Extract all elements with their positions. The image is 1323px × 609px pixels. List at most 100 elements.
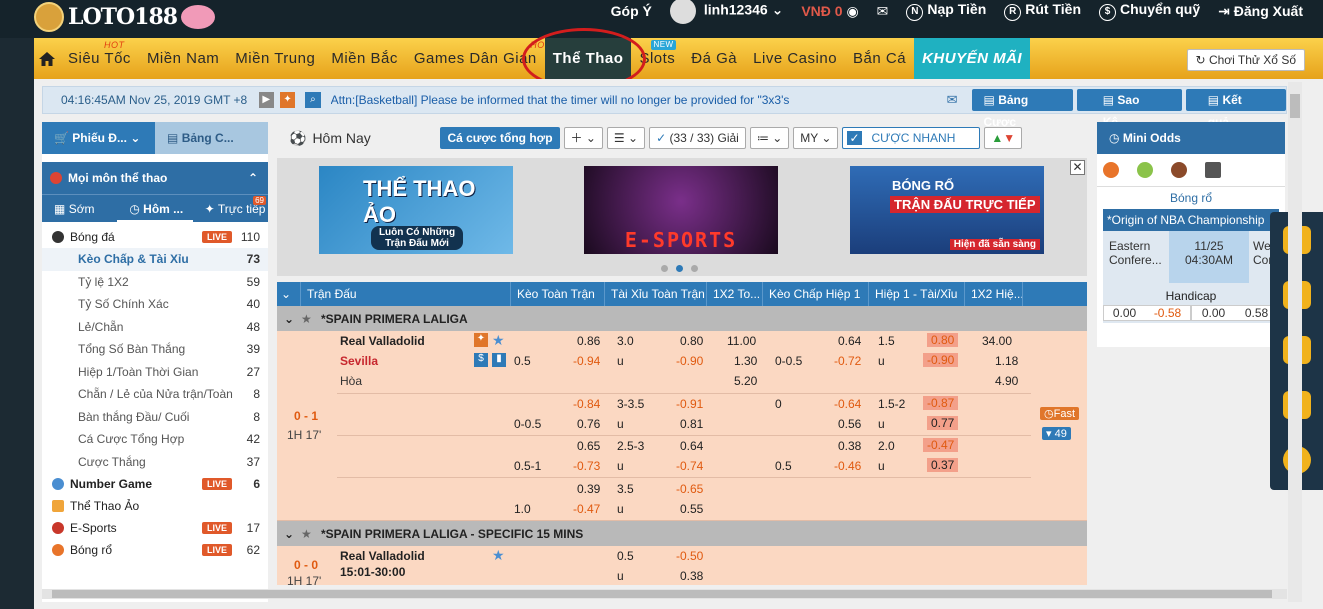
play-icon[interactable]: ▶ [258,92,274,108]
sub-total-goals[interactable]: Tổng Số Bàn Thắng 39 [42,338,268,361]
odds-away[interactable]: -0.72 [834,354,861,368]
transfer-link[interactable]: $ Chuyển quỹ [1099,1,1200,21]
league-row[interactable]: ⌄ ★ *SPAIN PRIMERA LALIGA [277,306,1087,331]
odds-home[interactable]: 0.65 [577,439,600,453]
results-button[interactable]: ▤ Kết quả [1185,89,1286,129]
sport-basketball[interactable]: Bóng rổ LIVE 62 [42,539,268,561]
odds-1x2-draw[interactable]: 5.20 [734,374,757,388]
withdraw-link[interactable]: R Rút Tiền [1004,1,1081,21]
more-markets-button[interactable]: ▾ 49 [1042,427,1071,440]
odds-over[interactable]: -0.65 [676,482,703,496]
odds-under[interactable]: 0.55 [680,502,703,516]
stats-icon[interactable]: ▮ [492,353,506,367]
odds-over[interactable]: -0.91 [676,397,703,411]
mini-odds-match[interactable]: Eastern Confere... 11/25 04:30AM We... C… [1103,231,1283,323]
user-menu[interactable]: linh12346 ⌄ [669,0,783,24]
odds-1x2-away[interactable]: 1.18 [995,354,1018,368]
chevron-down-icon[interactable]: ⌄ [277,312,301,326]
odds-home[interactable]: -0.84 [573,397,600,411]
try-lotto-button[interactable]: ↻ Chơi Thử Xổ Số [1186,49,1305,71]
odds-under[interactable]: -0.74 [676,459,703,473]
nav-mien-trung[interactable]: Miền Trung [227,38,323,79]
banner-virtual-sports[interactable]: THỂ THAO ẢO Luôn Có Những Trận Đấu Mới [319,166,513,254]
combo-bet-button[interactable]: Cá cược tổng hợp [440,127,560,149]
deposit-link[interactable]: N Nạp Tiền [906,1,986,21]
odds-1x2-draw[interactable]: 4.90 [995,374,1018,388]
tab-early[interactable]: ▦ Sớm [42,202,117,216]
odds-1x2-home[interactable]: 11.00 [727,334,756,348]
odds-over[interactable]: 0.80 [927,333,959,347]
odds-home[interactable]: 0.64 [838,334,861,348]
refresh-odds-button[interactable]: ▲▼ [984,127,1023,149]
star-icon[interactable]: ★ [301,312,321,326]
quick-bet-toggle[interactable]: ✓ CƯỢC NHANH [842,127,981,149]
view-button[interactable]: ≔ ⌄ [749,127,790,149]
sport-football[interactable]: Bóng đá LIVE 110 [42,226,268,248]
scroll-thumb[interactable] [1290,94,1300,118]
sport-esports[interactable]: E-Sports LIVE 17 [42,517,268,539]
live-stream-icon[interactable]: ✦ [474,333,488,347]
logout-link[interactable]: ⇥ Đăng Xuất [1218,3,1303,20]
odds-over[interactable]: -0.87 [923,396,959,410]
banner-esports[interactable]: E-SPORTS [584,166,778,254]
nav-live-casino[interactable]: Live Casino [745,38,845,79]
odds-away[interactable]: -0.94 [573,354,600,368]
carousel-dot[interactable] [691,265,698,272]
vertical-scrollbar[interactable] [1288,82,1302,602]
sub-handicap-ou[interactable]: Kèo Chấp & Tài Xỉu 73 [42,248,268,271]
odds-type-select[interactable]: MY ⌄ [793,127,839,149]
sub-1x2[interactable]: Tỷ lệ 1X2 59 [42,271,268,294]
sort-button[interactable]: ☰ ⌄ [606,127,646,149]
bet-table-button[interactable]: ▤ Bảng Cược [971,89,1073,129]
star-icon[interactable]: ★ [301,527,321,541]
scroll-thumb[interactable] [52,590,1272,598]
banner-basketball[interactable]: BÓNG RỔ TRẬN ĐẤU TRỰC TIẾP Hiện đã sẵn s… [850,166,1044,254]
odds-1x2-away[interactable]: 1.30 [734,354,757,368]
baseball-icon[interactable] [1205,162,1221,178]
mail-icon[interactable]: ✉ [877,3,889,20]
balance[interactable]: VNĐ 0 ◉ [801,3,858,20]
odds-under[interactable]: -0.90 [676,354,703,368]
all-sports-header[interactable]: Mọi môn thể thao ⌃ [42,162,268,194]
odds-home[interactable]: -0.64 [834,397,861,411]
american-football-icon[interactable] [1171,162,1187,178]
odds-away[interactable]: 0.56 [838,417,861,431]
envelope-icon[interactable]: ✉ [947,92,958,108]
odds-over[interactable]: 0.80 [680,334,703,348]
mini-odds-away[interactable]: 0.00 0.58 [1191,305,1279,321]
odds-1x2-home[interactable]: 34.00 [982,334,1012,348]
odds-away[interactable]: 0.76 [577,417,600,431]
league-row[interactable]: ⌄ ★ *SPAIN PRIMERA LALIGA - SPECIFIC 15 … [277,521,1087,546]
chevron-down-icon[interactable]: ⌄ [277,527,301,541]
horizontal-scrollbar[interactable] [42,589,1287,599]
tab-live[interactable]: ✦ Trực tiếp 69 [193,195,268,216]
odds-under[interactable]: 0.38 [680,569,703,583]
odds-away[interactable]: -0.73 [573,459,600,473]
sub-first-last-goal[interactable]: Bàn thắng Đầu/ Cuối 8 [42,406,268,429]
search-icon[interactable]: ⌕ [305,92,321,108]
chevron-down-icon[interactable]: ⌄ [277,282,301,306]
odds-home[interactable]: 0.38 [838,439,861,453]
nav-mien-nam[interactable]: Miền Nam [139,38,227,79]
sport-virtual[interactable]: Thể Thao Ảo [42,495,268,517]
mini-odds-header[interactable]: ◷ Mini Odds [1097,122,1285,154]
sub-ht-ft[interactable]: Hiệp 1/Toàn Thời Gian 27 [42,361,268,384]
announcement-ticker[interactable]: Attn:[Basketball] Please be informed tha… [331,93,877,107]
odds-under[interactable]: 0.81 [680,417,703,431]
close-icon[interactable]: ✕ [1070,160,1085,175]
odds-home[interactable]: 0.86 [577,334,600,348]
odds-over[interactable]: -0.47 [923,438,959,452]
runner-icon[interactable]: ✦ [279,92,296,108]
tab-bet-table[interactable]: ▤ Bảng C... [155,122,268,154]
fast-bet-button[interactable]: ◷Fast [1040,407,1080,420]
nav-da-ga[interactable]: Đá Gà [683,38,745,79]
sport-number-game[interactable]: Number Game LIVE 6 [42,473,268,495]
site-logo[interactable]: LOTO188 [34,0,216,34]
home-icon[interactable] [34,38,60,79]
leagues-button[interactable]: ✓ (33 / 33) Giải [649,127,746,149]
star-icon[interactable]: ★ [492,547,505,564]
sub-half-odd-even[interactable]: Chẵn / Lẻ của Nửa trận/Toàn 8 [42,383,268,406]
add-button[interactable]: ＋ ⌄ [563,127,603,149]
nav-ban-ca[interactable]: Bắn Cá [845,38,914,79]
chevron-up-icon[interactable]: ⌃ [248,171,258,185]
